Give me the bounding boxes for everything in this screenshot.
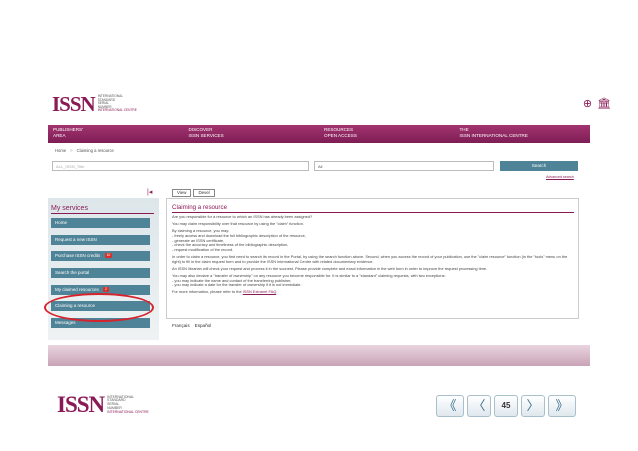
sidebar-item-purchase-credits[interactable]: Purchase ISSN credits 10: [51, 251, 150, 261]
slide: ISSN INTERNATIONAL STANDARD SERIAL NUMBE…: [0, 0, 638, 451]
search-button[interactable]: Search: [500, 161, 578, 171]
paragraph: An ISSN librarian will check your reques…: [172, 265, 488, 271]
content-divider: [172, 212, 574, 213]
logo-line: INTERNATIONAL CENTRE: [107, 409, 149, 414]
faq-link[interactable]: ISSN Extranet FAQ: [243, 289, 277, 294]
institution-icon[interactable]: 🏛: [597, 98, 611, 110]
first-page-button[interactable]: 《: [436, 395, 464, 417]
search-input[interactable]: ALL_ISSN_Title: [52, 161, 309, 171]
logo-mark: ISSN: [52, 91, 96, 116]
collapse-sidebar-icon[interactable]: |◂: [147, 189, 152, 197]
nav-international-centre[interactable]: THE ISSN INTERNATIONAL CENTRE: [455, 125, 591, 143]
sidebar-title: My services: [51, 205, 88, 212]
logo-mark: ISSN: [57, 392, 105, 417]
page-number: 45: [494, 395, 518, 417]
line: - request modification of the record.: [172, 246, 234, 252]
globe-icon[interactable]: ⊕: [583, 98, 592, 110]
paragraph: You may claim responsibility over that r…: [172, 221, 304, 227]
logo-line: INTERNATIONAL CENTRE: [97, 108, 137, 113]
issn-logo-footer: ISSN INTERNATIONAL STANDARD SERIAL NUMBE…: [57, 392, 149, 417]
content-body: Are you responsible for a resource to wh…: [172, 214, 574, 297]
nav-line: OPEN ACCESS: [324, 133, 357, 138]
sidebar-item-label: Request a new ISSN: [55, 237, 97, 242]
claimed-badge: 2: [103, 287, 109, 293]
paragraph: By claiming a resource, you may: - freel…: [172, 229, 574, 252]
search-filter-select[interactable]: All: [314, 161, 494, 171]
credits-badge: 10: [104, 253, 113, 259]
logo-tagline: INTERNATIONAL STANDARD SERIAL NUMBER INT…: [107, 395, 149, 415]
previous-page-button[interactable]: 〈: [467, 395, 491, 417]
breadcrumb-separator: >: [70, 148, 73, 153]
advanced-search-link[interactable]: Advanced search: [546, 175, 574, 179]
sidebar-item-claimed-resources[interactable]: My claimed resources 2: [51, 285, 150, 295]
sidebar-item-label: Purchase ISSN credits: [55, 253, 101, 258]
sidebar-item-label: Messages: [55, 320, 76, 325]
main-nav: PUBLISHERS' AREA DISCOVER ISSN SERVICES …: [48, 125, 590, 143]
last-page-button[interactable]: 》: [548, 395, 576, 417]
breadcrumb-home[interactable]: Home: [55, 148, 66, 153]
view-tabs: View Devel: [172, 189, 215, 197]
nav-line: ISSN INTERNATIONAL CENTRE: [459, 133, 528, 138]
paragraph: You may also declare a "transfer of owne…: [172, 273, 574, 288]
line: - you may indicate a date for the transf…: [172, 282, 302, 288]
sidebar-item-label: Claiming a resource: [55, 303, 96, 308]
paragraph: In order to claim a resource, you first …: [172, 253, 568, 264]
sidebar-divider: [51, 213, 154, 214]
next-page-button[interactable]: 〉: [521, 395, 545, 417]
tab-devel[interactable]: Devel: [193, 189, 215, 197]
language-spanish[interactable]: Español: [195, 323, 212, 328]
nav-resources[interactable]: RESOURCES OPEN ACCESS: [319, 125, 455, 143]
tab-view[interactable]: View: [172, 189, 192, 197]
breadcrumb: Home > Claiming a resource: [55, 148, 114, 153]
sidebar-item-request-issn[interactable]: Request a new ISSN: [51, 235, 150, 245]
sidebar-item-label: My claimed resources: [55, 287, 99, 292]
sidebar-item-search-portal[interactable]: Search the portal: [51, 268, 150, 278]
sidebar-item-claiming-resource[interactable]: Claiming a resource: [51, 301, 150, 311]
breadcrumb-current: Claiming a resource: [76, 148, 114, 153]
sidebar: My services Home Request a new ISSN Purc…: [48, 198, 159, 340]
header-icons: ⊕ 🏛: [583, 98, 611, 110]
sidebar-item-label: Search the portal: [55, 270, 90, 275]
sidebar-item-label: Home: [55, 220, 68, 225]
nav-publishers-area[interactable]: PUBLISHERS' AREA: [48, 125, 184, 143]
language-switcher: Français Español: [172, 323, 211, 328]
issn-logo[interactable]: ISSN INTERNATIONAL STANDARD SERIAL NUMBE…: [52, 91, 137, 116]
language-french[interactable]: Français: [172, 323, 190, 328]
nav-line: AREA: [53, 133, 66, 138]
footer-band: [48, 345, 590, 366]
nav-line: ISSN SERVICES: [188, 133, 224, 138]
nav-discover-services[interactable]: DISCOVER ISSN SERVICES: [184, 125, 320, 143]
content-panel: Claiming a resource Are you responsible …: [166, 198, 579, 319]
faq-prefix: For more information, please refer to th…: [172, 289, 242, 295]
page-title: Claiming a resource: [172, 204, 228, 211]
sidebar-item-messages[interactable]: Messages: [51, 318, 150, 328]
logo-tagline: INTERNATIONAL STANDARD SERIAL NUMBER INT…: [97, 94, 137, 113]
faq-suffix: .: [276, 289, 278, 295]
sidebar-item-home[interactable]: Home: [51, 218, 150, 228]
paragraph: For more information, please refer to th…: [172, 289, 574, 295]
paragraph: Are you responsible for a resource to wh…: [172, 214, 313, 219]
